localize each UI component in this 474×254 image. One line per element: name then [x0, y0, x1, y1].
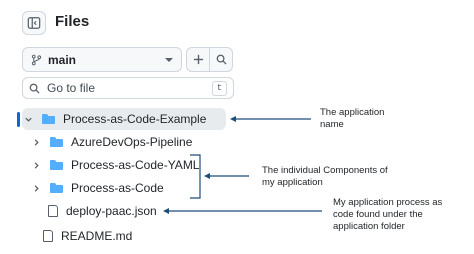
annotation-app-name: The application name — [320, 107, 385, 130]
annotation-components: The individual Components of my applicat… — [262, 165, 388, 188]
annotation-process: My application process as code found und… — [333, 197, 443, 232]
